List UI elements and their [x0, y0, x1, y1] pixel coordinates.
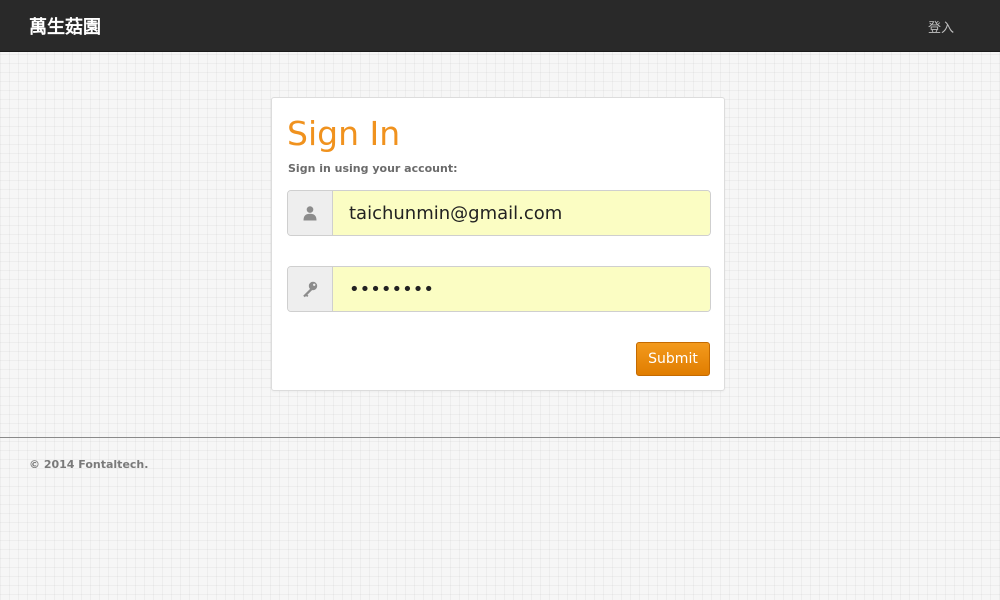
top-navbar: 萬生菇園 登入: [0, 0, 1000, 52]
email-input-group: [287, 190, 711, 236]
footer-divider: [0, 437, 1000, 438]
nav-login-link[interactable]: 登入: [928, 17, 954, 36]
sign-in-panel: Sign In Sign in using your account: Subm…: [271, 97, 725, 391]
user-icon: [288, 191, 333, 235]
password-input-group: [287, 266, 711, 312]
key-icon: [288, 267, 333, 311]
password-field[interactable]: [333, 267, 710, 311]
email-field[interactable]: [333, 191, 710, 235]
brand-logo-link[interactable]: 萬生菇園: [29, 13, 101, 39]
footer-copyright: © 2014 Fontaltech.: [29, 458, 149, 471]
sign-in-subtitle: Sign in using your account:: [288, 162, 458, 175]
sign-in-title: Sign In: [287, 114, 401, 153]
submit-button[interactable]: Submit: [636, 342, 710, 376]
